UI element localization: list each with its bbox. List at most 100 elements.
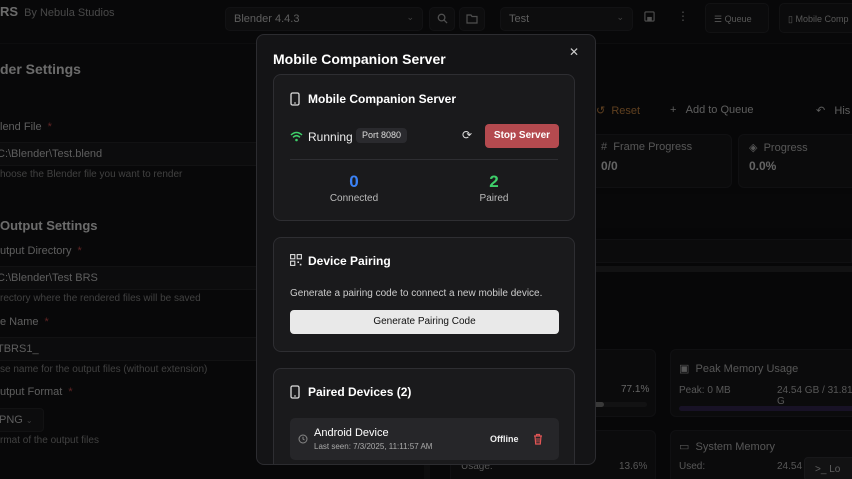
chevron-down-icon: ⌄ xyxy=(406,12,414,22)
generate-pairing-code-button[interactable]: Generate Pairing Code xyxy=(290,310,559,334)
save-icon xyxy=(644,11,655,22)
qr-code-icon xyxy=(290,254,302,266)
output-format-select[interactable]: PNG ⌄ xyxy=(0,408,44,432)
close-icon: ✕ xyxy=(568,45,579,59)
output-directory-help: rectory where the rendered files will be… xyxy=(0,293,201,304)
paired-devices-card: Paired Devices (2) Android Device Last s… xyxy=(273,368,575,464)
chip-icon: ▣ xyxy=(679,363,690,375)
progress-label: ◈ Progress xyxy=(749,142,808,154)
peak-memory-bar xyxy=(679,406,852,411)
terminal-icon: >_ xyxy=(815,464,827,475)
stop-server-button[interactable]: Stop Server xyxy=(485,124,559,148)
device-pairing-title: Device Pairing xyxy=(308,254,391,268)
frame-progress-card: # Frame Progress 0/0 xyxy=(590,134,732,188)
mobile-companion-label: Mobile Comp xyxy=(795,14,849,24)
plus-icon: + xyxy=(670,104,677,116)
blend-file-label: lend File * xyxy=(0,121,52,133)
monitor-icon: ▭ xyxy=(679,441,690,453)
hash-icon: # xyxy=(601,141,608,153)
paired-count: 2 xyxy=(489,172,499,191)
blend-file-help: hoose the Blender file you want to rende… xyxy=(0,169,183,180)
add-to-queue-label: Add to Queue xyxy=(685,104,754,116)
peak-memory-value: Peak: 0 MB xyxy=(679,385,731,396)
blender-version-select[interactable]: Blender 4.4.3 ⌄ xyxy=(225,7,423,31)
reset-icon: ↺ xyxy=(596,105,606,117)
file-name-value: TBRS1_ xyxy=(0,343,39,355)
output-directory-label: utput Directory * xyxy=(0,245,82,257)
paired-label: Paired xyxy=(479,193,509,204)
file-name-label: e Name * xyxy=(0,316,49,328)
queue-label: Queue xyxy=(724,14,752,24)
save-preset-button[interactable] xyxy=(644,11,655,25)
used-label: Used: xyxy=(679,461,706,472)
cpu-percent: 77.1% xyxy=(621,384,650,395)
blender-version-value: Blender 4.4.3 xyxy=(234,13,300,25)
frame-progress-label: # Frame Progress xyxy=(601,141,693,153)
pairing-description: Generate a pairing code to connect a new… xyxy=(290,288,543,299)
progress-card: ◈ Progress 0.0% xyxy=(738,134,852,188)
reset-label: Reset xyxy=(611,105,641,117)
queue-button[interactable]: ☰ Queue xyxy=(705,3,769,33)
progress-value: 0.0% xyxy=(749,159,777,173)
output-format-label: utput Format * xyxy=(0,386,73,398)
search-icon xyxy=(437,13,448,24)
server-card-title: Mobile Companion Server xyxy=(308,92,457,106)
refresh-button[interactable]: ⟳ xyxy=(462,128,472,142)
mobile-companion-modal: Mobile Companion Server ✕ Mobile Compani… xyxy=(256,34,596,465)
add-to-queue-button[interactable]: + Add to Queue xyxy=(670,104,754,116)
peak-memory-total: 24.54 GB / 31.81 G xyxy=(777,385,852,407)
more-vertical-icon: ⋮ xyxy=(677,9,689,23)
history-icon: ↶ xyxy=(816,105,826,117)
folder-icon xyxy=(466,14,478,24)
logs-label: Lo xyxy=(829,464,841,475)
history-button[interactable]: ↶ His xyxy=(816,104,850,117)
server-status: Running xyxy=(308,130,353,144)
search-button[interactable] xyxy=(429,7,455,31)
device-item: Android Device Last seen: 7/3/2025, 11:1… xyxy=(290,418,559,460)
preset-value: Test xyxy=(509,13,530,25)
mobile-companion-button[interactable]: ▯ Mobile Comp xyxy=(779,3,852,33)
open-folder-button[interactable] xyxy=(459,7,485,31)
peak-memory-card: ▣ Peak Memory Usage Peak: 0 MB 24.54 GB … xyxy=(670,349,852,417)
usage-value: 13.6% xyxy=(619,461,648,472)
paired-devices-title: Paired Devices (2) xyxy=(308,385,412,399)
progress-track xyxy=(590,266,852,272)
close-button[interactable]: ✕ xyxy=(569,45,579,59)
wifi-icon xyxy=(290,131,303,142)
chevron-down-icon: ⌄ xyxy=(25,416,33,425)
app-brand: RS By Nebula Studios xyxy=(0,4,115,19)
trash-icon xyxy=(534,433,542,445)
file-name-help: se name for the output files (without ex… xyxy=(0,364,208,375)
clock-icon xyxy=(298,434,308,444)
server-card-divider xyxy=(290,159,558,160)
phone-icon: ▯ xyxy=(788,14,793,24)
refresh-icon: ⟳ xyxy=(462,128,473,142)
frame-progress-value: 0/0 xyxy=(601,159,618,173)
connected-label: Connected xyxy=(329,193,379,204)
remove-device-button[interactable] xyxy=(533,432,543,450)
list-icon: ☰ xyxy=(714,14,723,24)
output-format-help: rmat of the output files xyxy=(0,435,99,446)
port-badge: Port 8080 xyxy=(356,128,408,143)
render-settings-title: der Settings xyxy=(0,61,81,77)
history-label: His xyxy=(834,105,851,117)
output-settings-title: Output Settings xyxy=(0,218,98,233)
modal-scrollbar[interactable] xyxy=(590,75,594,455)
output-format-value: PNG xyxy=(0,414,23,426)
device-status: Offline xyxy=(490,434,519,444)
log-bar xyxy=(590,239,852,263)
reset-button[interactable]: ↺ Reset xyxy=(596,104,640,117)
status-strip xyxy=(590,194,852,228)
peak-memory-label: ▣ Peak Memory Usage xyxy=(679,363,799,375)
app-title: RS xyxy=(0,4,19,19)
phone-icon xyxy=(290,92,300,106)
server-card: Mobile Companion Server Running Port 808… xyxy=(273,74,575,221)
logs-button[interactable]: >_ Lo xyxy=(804,457,852,479)
blend-file-value: C:\Blender\Test.blend xyxy=(0,148,103,160)
device-pairing-card: Device Pairing Generate a pairing code t… xyxy=(273,237,575,352)
preset-select[interactable]: Test ⌄ xyxy=(500,7,633,31)
modal-title: Mobile Companion Server xyxy=(273,51,446,67)
more-options-button[interactable]: ⋮ xyxy=(677,10,689,22)
phone-icon xyxy=(290,385,300,399)
connected-count: 0 xyxy=(349,172,359,191)
